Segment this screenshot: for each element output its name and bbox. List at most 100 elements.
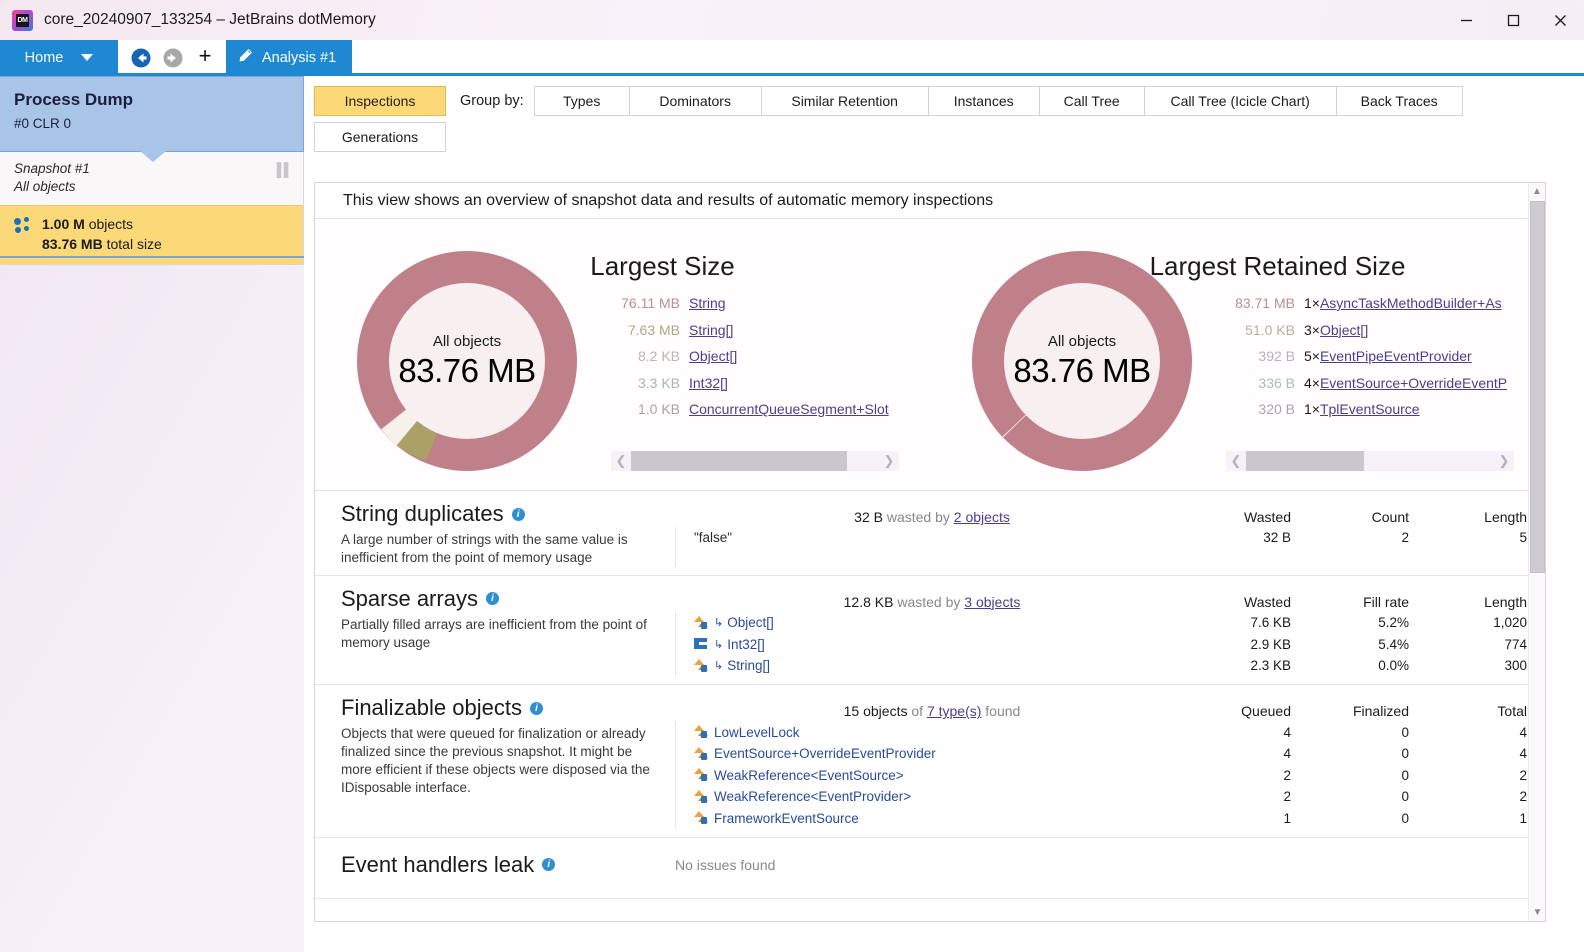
maximize-button[interactable]	[1490, 0, 1537, 40]
row-name-cell[interactable]: EventSource+OverrideEventProvider	[676, 746, 1189, 761]
legend-type-link[interactable]: ConcurrentQueueSegment+Slot	[689, 401, 889, 417]
summary-link[interactable]: 7 type(s)	[927, 703, 981, 719]
summary-mid: wasted by	[893, 593, 965, 610]
group-button-call-tree-icicle[interactable]: Call Tree (Icicle Chart)	[1143, 86, 1337, 116]
group-button-instances[interactable]: Instances	[927, 86, 1040, 116]
legend-type-link[interactable]: AsyncTaskMethodBuilder+As	[1320, 295, 1502, 311]
table-row[interactable]: WeakReference<EventSource> 2 0 2	[676, 764, 1545, 786]
info-icon[interactable]: i	[529, 701, 543, 715]
table-row[interactable]: ↳ Object[] 7.6 KB 5.2% 1,020	[676, 612, 1545, 634]
tab-generations[interactable]: Generations	[314, 122, 446, 152]
chevron-left-icon[interactable]: ❮	[1226, 453, 1246, 469]
snapshot-subtitle: All objects	[14, 179, 76, 194]
row-name-cell[interactable]: WeakReference<EventProvider>	[676, 789, 1189, 804]
table-row[interactable]: "false" 32 B 2 5	[676, 527, 1545, 549]
section-columns: Wasted Count Length	[1189, 501, 1545, 525]
legend-type-link[interactable]: String[]	[689, 322, 733, 338]
sidebar-item-process-dump[interactable]: Process Dump #0 CLR 0	[0, 76, 304, 162]
info-icon[interactable]: i	[511, 507, 525, 521]
legend-row[interactable]: 76.11 MB String	[605, 295, 910, 311]
row-name: String[]	[727, 658, 770, 674]
minimize-button[interactable]	[1443, 0, 1490, 40]
application-window: DM core_20240907_133254 – JetBrains dotM…	[0, 0, 1584, 952]
hscroll-thumb[interactable]	[1246, 451, 1364, 471]
section-title: String duplicates i	[315, 501, 675, 527]
row-name: "false"	[694, 530, 733, 546]
legend-row[interactable]: 320 B 1× TplEventSource	[1220, 401, 1525, 417]
overview-banner: This view shows an overview of snapshot …	[315, 183, 1545, 219]
largest-size-donut[interactable]: All objects 83.76 MB	[347, 241, 587, 481]
row-count: 2	[1401, 530, 1409, 546]
tab-analysis-1[interactable]: Analysis #1	[226, 40, 353, 75]
legend-row[interactable]: 7.63 MB String[]	[605, 322, 910, 338]
legend-size: 76.11 MB	[621, 295, 680, 311]
group-button-call-tree[interactable]: Call Tree	[1038, 86, 1145, 116]
legend-row[interactable]: 8.2 KB Object[]	[605, 348, 910, 364]
legend-row[interactable]: 392 B 5× EventPipeEventProvider	[1220, 348, 1525, 364]
row-name-cell[interactable]: ↳ String[]	[676, 658, 1189, 673]
largest-retained-donut-svg	[972, 251, 1192, 471]
hscroll-thumb[interactable]	[631, 451, 847, 471]
info-icon[interactable]: i	[542, 858, 556, 872]
hscroll-track[interactable]	[631, 451, 879, 471]
section-summary: 12.8 KB wasted by 3 objects	[675, 586, 1189, 610]
legend-row[interactable]: 3.3 KB Int32[]	[605, 375, 910, 391]
legend-type-link[interactable]: Int32[]	[689, 375, 728, 391]
info-icon[interactable]: i	[485, 592, 499, 606]
chevron-right-icon[interactable]: ❯	[879, 453, 899, 469]
legend-type-link[interactable]: Object[]	[689, 348, 737, 364]
group-button-dominators[interactable]: Dominators	[628, 86, 762, 116]
row-fill-rate: 5.2%	[1378, 615, 1409, 631]
row-name-cell[interactable]: LowLevelLock	[676, 725, 1189, 740]
legend-row[interactable]: 336 B 4× EventSource+OverrideEventP	[1220, 375, 1525, 391]
table-row[interactable]: LowLevelLock 4 0 4	[676, 721, 1545, 743]
largest-retained-hscrollbar[interactable]: ❮ ❯	[1226, 451, 1514, 471]
row-name-cell[interactable]: ↳ Int32[]	[676, 637, 1189, 652]
row-name: Object[]	[727, 615, 774, 631]
chevron-down-icon[interactable]: ▼	[1529, 904, 1545, 921]
table-row[interactable]: FrameworkEventSource 1 0 1	[676, 807, 1545, 829]
legend-type-link[interactable]: EventPipeEventProvider	[1320, 348, 1472, 364]
largest-retained-donut[interactable]: All objects 83.76 MB	[962, 241, 1202, 481]
row-name-cell[interactable]: ↳ Object[]	[676, 615, 1189, 630]
hscroll-track[interactable]	[1246, 451, 1494, 471]
close-button[interactable]	[1537, 0, 1584, 40]
vertical-scroll-thumb[interactable]	[1530, 201, 1545, 573]
table-row[interactable]: WeakReference<EventProvider> 2 0 2	[676, 786, 1545, 808]
summary-amount: 32 B	[854, 509, 883, 525]
table-row[interactable]: EventSource+OverrideEventProvider 4 0 4	[676, 743, 1545, 765]
legend-type-link[interactable]: TplEventSource	[1320, 401, 1420, 417]
forward-arrow-icon[interactable]	[160, 45, 186, 71]
legend-type-link[interactable]: EventSource+OverrideEventP	[1320, 375, 1507, 391]
chevron-down-icon[interactable]	[81, 54, 94, 61]
vertical-scrollbar[interactable]: ▲ ▼	[1528, 183, 1545, 921]
tab-inspections[interactable]: Inspections	[314, 86, 446, 116]
legend-type-link[interactable]: String	[689, 295, 726, 311]
legend-type-link[interactable]: Object[]	[1320, 322, 1368, 338]
summary-link[interactable]: 3 objects	[964, 594, 1020, 610]
window-title: core_20240907_133254 – JetBrains dotMemo…	[44, 11, 376, 28]
table-row[interactable]: ↳ String[] 2.3 KB 0.0% 300	[676, 655, 1545, 677]
snapshot-objects-row[interactable]: 1.00 M objects 83.76 MB total size	[0, 205, 303, 264]
tab-analysis-1-label: Analysis #1	[262, 49, 337, 66]
collapse-icon[interactable]: ▌▌	[277, 162, 293, 177]
back-arrow-icon[interactable]	[128, 45, 154, 71]
row-name-cell[interactable]: WeakReference<EventSource>	[676, 768, 1189, 783]
group-button-back-traces[interactable]: Back Traces	[1335, 86, 1463, 116]
summary-link[interactable]: 2 objects	[954, 509, 1010, 525]
title-bar: DM core_20240907_133254 – JetBrains dotM…	[0, 0, 1584, 40]
plus-icon[interactable]: +	[192, 45, 218, 71]
row-wasted: 2.9 KB	[1250, 636, 1291, 652]
legend-row[interactable]: 51.0 KB 3× Object[]	[1220, 322, 1525, 338]
chevron-left-icon[interactable]: ❮	[611, 453, 631, 469]
legend-row[interactable]: 1.0 KB ConcurrentQueueSegment+Slot	[605, 401, 910, 417]
group-button-types[interactable]: Types	[533, 86, 630, 116]
table-row[interactable]: ↳ Int32[] 2.9 KB 5.4% 774	[676, 633, 1545, 655]
largest-size-hscrollbar[interactable]: ❮ ❯	[611, 451, 899, 471]
chevron-right-icon[interactable]: ❯	[1494, 453, 1514, 469]
group-button-similar-retention[interactable]: Similar Retention	[760, 86, 929, 116]
home-button[interactable]: Home	[0, 40, 118, 75]
row-name-cell[interactable]: FrameworkEventSource	[676, 811, 1189, 826]
legend-row[interactable]: 83.71 MB 1× AsyncTaskMethodBuilder+As	[1220, 295, 1525, 311]
chevron-up-icon[interactable]: ▲	[1529, 183, 1545, 200]
